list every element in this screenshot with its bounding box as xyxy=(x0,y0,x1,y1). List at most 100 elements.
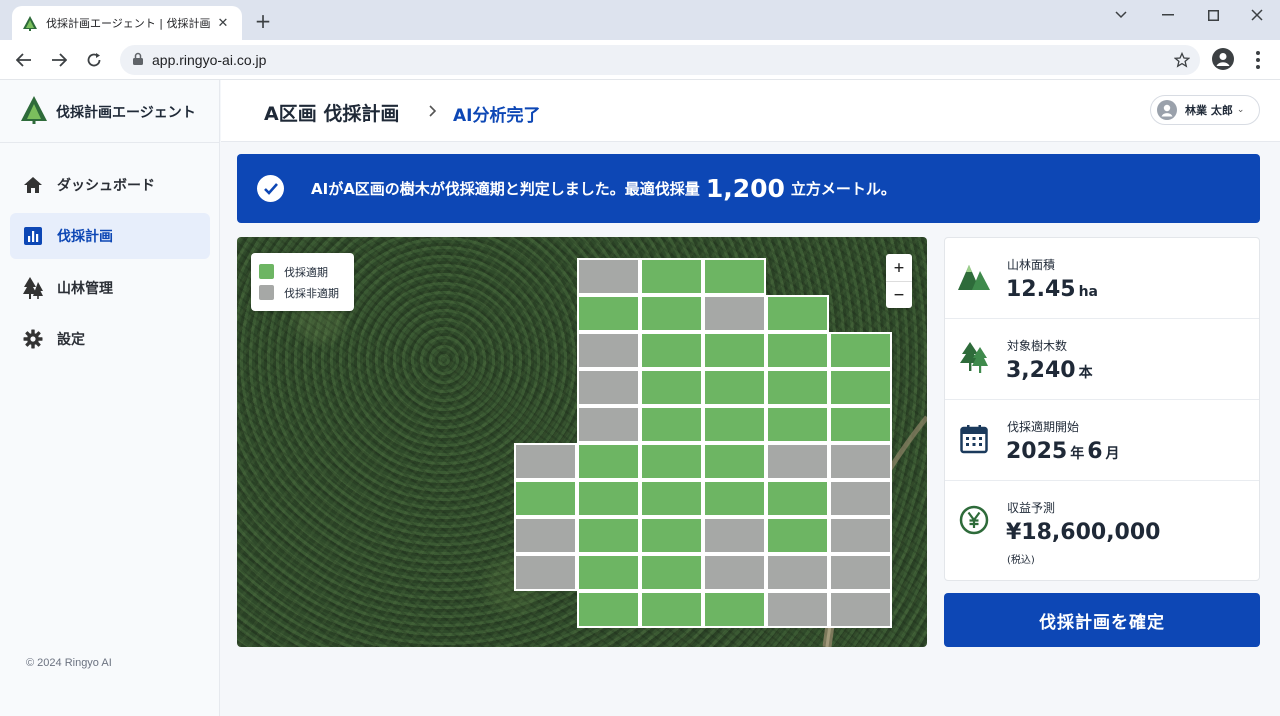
grid-cell-harvest[interactable] xyxy=(577,443,640,480)
grid-cell-harvest[interactable] xyxy=(766,369,829,406)
user-menu-button[interactable]: 林業 太郎 ⌄ xyxy=(1150,95,1260,125)
address-bar[interactable]: app.ringyo-ai.co.jp xyxy=(120,45,1200,75)
harvest-volume-unit: 立方メートル。 xyxy=(790,180,896,198)
sidebar-item-settings[interactable]: 設定 xyxy=(10,316,210,362)
grid-cell-harvest[interactable] xyxy=(829,369,892,406)
stat-label: 収益予測 xyxy=(1007,501,1056,515)
sidebar-item-label: ダッシュボード xyxy=(57,178,155,194)
grid-cell-harvest[interactable] xyxy=(703,591,766,628)
page-title: A区画 伐採計画 xyxy=(264,103,400,125)
grid-cell-harvest[interactable] xyxy=(703,480,766,517)
grid-cell-harvest[interactable] xyxy=(640,480,703,517)
grid-cell-non-harvest[interactable] xyxy=(829,591,892,628)
tree-count-value: 3,240 xyxy=(1006,358,1076,383)
grid-cell-non-harvest[interactable] xyxy=(577,258,640,295)
grid-cell-harvest[interactable] xyxy=(766,332,829,369)
grid-cell-non-harvest[interactable] xyxy=(514,517,577,554)
confirm-plan-button[interactable]: 伐採計画を確定 xyxy=(944,593,1260,647)
grid-cell-harvest[interactable] xyxy=(703,369,766,406)
sidebar-item-forest-management[interactable]: 山林管理 xyxy=(10,265,210,311)
harvest-month-value: 6 xyxy=(1087,439,1103,464)
user-avatar-icon xyxy=(1157,100,1177,120)
grid-cell-non-harvest[interactable] xyxy=(703,554,766,591)
zoom-out-button[interactable]: − xyxy=(886,281,912,308)
grid-cell-harvest[interactable] xyxy=(577,517,640,554)
grid-cell-harvest[interactable] xyxy=(703,332,766,369)
grid-cell-non-harvest[interactable] xyxy=(829,443,892,480)
stat-value: 12.45 ha xyxy=(1006,277,1098,302)
stat-label: 山林面積 xyxy=(1007,258,1056,272)
grid-cell-harvest[interactable] xyxy=(703,443,766,480)
tree-icon xyxy=(22,277,44,299)
stat-revenue: 収益予測 ¥18,600,000 (税込) xyxy=(945,481,1259,580)
brand[interactable]: 伐採計画エージェント xyxy=(20,96,196,128)
grid-cell-non-harvest[interactable] xyxy=(766,591,829,628)
forest-map[interactable]: 伐採適期 伐採非適期 + − xyxy=(237,237,927,647)
grid-cell-harvest[interactable] xyxy=(766,517,829,554)
grid-cell-non-harvest[interactable] xyxy=(514,554,577,591)
grid-cell-non-harvest[interactable] xyxy=(829,554,892,591)
maximize-icon[interactable] xyxy=(1190,4,1236,26)
new-tab-button[interactable]: + xyxy=(252,10,274,32)
grid-cell-harvest[interactable] xyxy=(640,591,703,628)
grid-cell-harvest[interactable] xyxy=(577,554,640,591)
grid-cell-non-harvest[interactable] xyxy=(577,406,640,443)
lock-icon xyxy=(132,51,144,70)
grid-cell-harvest[interactable] xyxy=(640,443,703,480)
harvest-year-value: 2025 xyxy=(1006,439,1068,464)
grid-cell-harvest[interactable] xyxy=(766,295,829,332)
grid-cell-non-harvest[interactable] xyxy=(577,369,640,406)
grid-cell-harvest[interactable] xyxy=(829,332,892,369)
grid-cell-harvest[interactable] xyxy=(640,295,703,332)
grid-cell-harvest[interactable] xyxy=(640,517,703,554)
harvest-year-unit: 年 xyxy=(1070,446,1085,462)
legend-item-harvest: 伐採適期 xyxy=(259,261,346,282)
grid-cell-harvest[interactable] xyxy=(640,554,703,591)
reload-icon[interactable] xyxy=(82,48,106,72)
grid-cell-harvest[interactable] xyxy=(640,332,703,369)
minimize-icon[interactable] xyxy=(1145,4,1191,26)
grid-cell-harvest[interactable] xyxy=(514,480,577,517)
sidebar-item-dashboard[interactable]: ダッシュボード xyxy=(10,162,210,208)
bookmark-star-icon[interactable] xyxy=(1173,51,1191,72)
zoom-in-button[interactable]: + xyxy=(886,254,912,281)
grid-cell-harvest[interactable] xyxy=(640,369,703,406)
grid-cell-harvest[interactable] xyxy=(829,406,892,443)
close-tab-icon[interactable]: ✕ xyxy=(214,14,232,32)
close-window-icon[interactable] xyxy=(1234,4,1280,26)
browser-menu-icon[interactable] xyxy=(1250,50,1266,70)
grid-cell-non-harvest[interactable] xyxy=(766,443,829,480)
grid-cell-harvest[interactable] xyxy=(640,258,703,295)
grid-cell-non-harvest[interactable] xyxy=(703,517,766,554)
legend-swatch xyxy=(259,285,274,300)
gear-icon xyxy=(22,328,44,350)
sidebar-item-label: 伐採計画 xyxy=(57,229,113,245)
check-circle-icon xyxy=(257,175,284,202)
revenue-value: ¥18,600,000 xyxy=(1006,520,1161,545)
grid-cell-non-harvest[interactable] xyxy=(703,295,766,332)
grid-cell-non-harvest[interactable] xyxy=(766,554,829,591)
grid-cell-harvest[interactable] xyxy=(577,295,640,332)
page-header: A区画 伐採計画 AI分析完了 林業 太郎 ⌄ xyxy=(221,80,1280,142)
sidebar-item-harvest-plan[interactable]: 伐採計画 xyxy=(10,213,210,259)
grid-cell-harvest[interactable] xyxy=(703,258,766,295)
back-arrow-icon[interactable] xyxy=(12,48,36,72)
grid-cell-non-harvest[interactable] xyxy=(829,517,892,554)
grid-cell-non-harvest[interactable] xyxy=(577,332,640,369)
grid-cell-harvest[interactable] xyxy=(577,591,640,628)
grid-cell-harvest[interactable] xyxy=(766,480,829,517)
legend-label: 伐採非適期 xyxy=(284,286,339,300)
grid-cell-harvest[interactable] xyxy=(577,480,640,517)
grid-cell-harvest[interactable] xyxy=(703,406,766,443)
grid-cell-harvest[interactable] xyxy=(766,406,829,443)
profile-avatar-icon[interactable] xyxy=(1212,48,1234,70)
browser-tab[interactable]: 伐採計画エージェント | 伐採計画 ✕ xyxy=(12,6,242,40)
forest-area-unit: ha xyxy=(1078,284,1099,300)
grid-cell-non-harvest[interactable] xyxy=(829,480,892,517)
map-legend: 伐採適期 伐採非適期 xyxy=(251,253,354,311)
stat-label: 伐採適期開始 xyxy=(1007,420,1080,434)
forward-arrow-icon[interactable] xyxy=(47,48,71,72)
grid-cell-non-harvest[interactable] xyxy=(514,443,577,480)
tab-search-icon[interactable] xyxy=(1098,4,1144,26)
grid-cell-harvest[interactable] xyxy=(640,406,703,443)
